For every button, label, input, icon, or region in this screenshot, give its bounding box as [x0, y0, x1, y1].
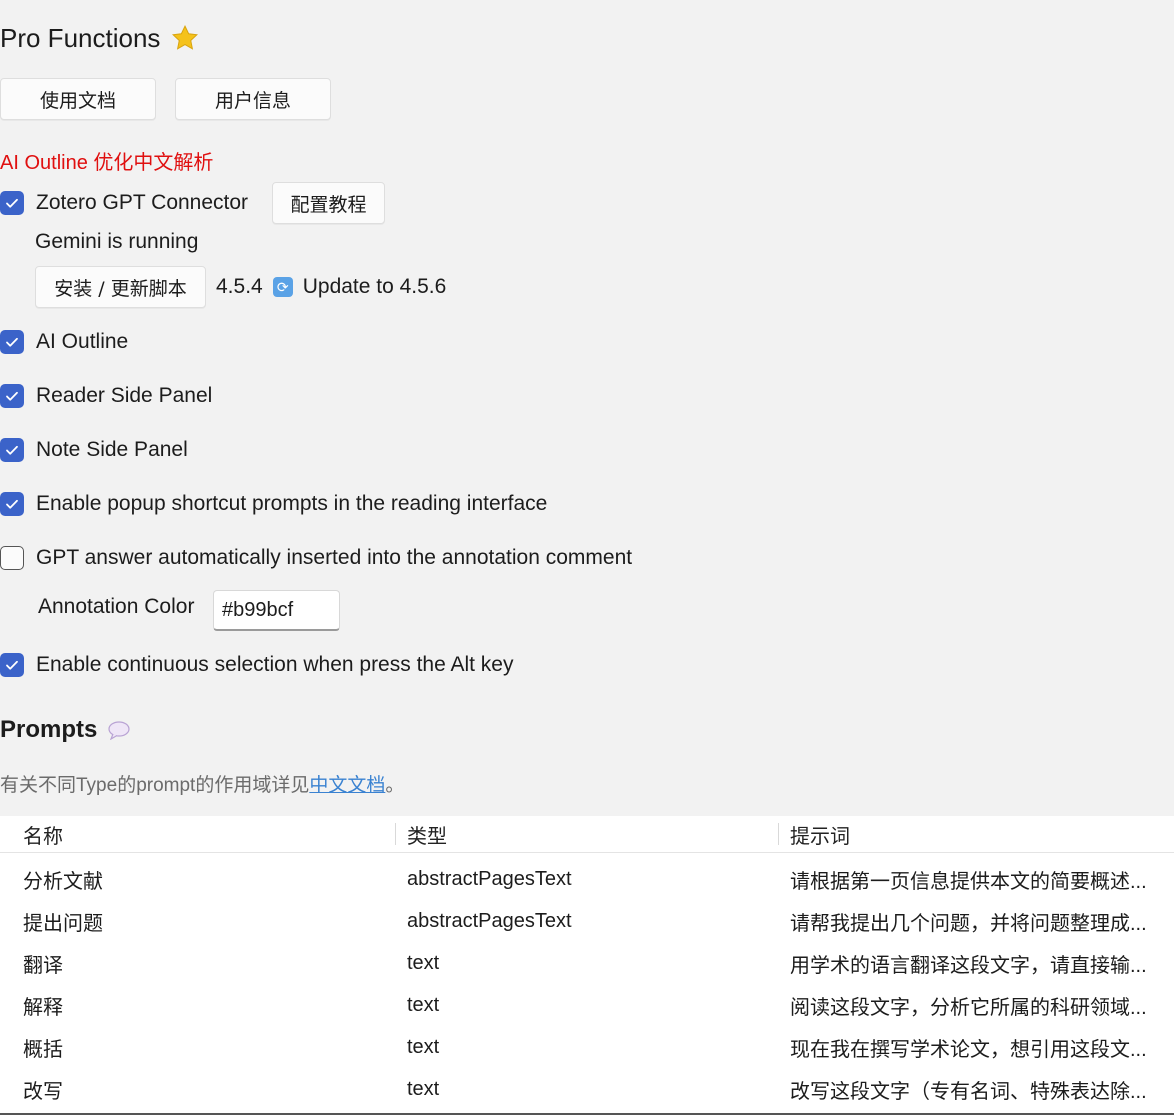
prompts-title: Prompts: [0, 712, 131, 748]
page-title: Pro Functions: [0, 18, 200, 58]
checkmark-icon: [6, 499, 18, 509]
column-header-name[interactable]: 名称: [0, 816, 63, 853]
annotation-color-input[interactable]: [213, 590, 340, 631]
prompt-name-cell: 改写: [23, 1080, 63, 1103]
note-panel-row: Note Side Panel: [0, 435, 188, 465]
note-panel-label[interactable]: Note Side Panel: [36, 438, 188, 462]
auto-insert-label[interactable]: GPT answer automatically inserted into t…: [36, 546, 632, 570]
version-number: 4.5.4: [216, 275, 263, 298]
gpt-connector-checkbox[interactable]: [0, 191, 24, 215]
prompts-table: 名称 类型 提示词 分析文献 abstractPagesText 请根据第一页信息提…: [0, 816, 1174, 1115]
user-info-button[interactable]: 用户信息: [175, 78, 331, 120]
note-panel-checkbox[interactable]: [0, 438, 24, 462]
chinese-docs-link[interactable]: 中文文档: [309, 775, 385, 796]
alt-select-row: Enable continuous selection when press t…: [0, 650, 513, 680]
ai-outline-label[interactable]: AI Outline: [36, 330, 128, 354]
prompt-text-cell: 用学术的语言翻译这段文字，请直接输...: [790, 954, 1147, 977]
prompt-type-cell: text: [407, 1035, 440, 1058]
table-row[interactable]: 改写 text 改写这段文字（专有名词、特殊表达除...: [0, 1068, 1174, 1110]
update-link[interactable]: Update to 4.5.6: [303, 275, 447, 299]
prompt-type-cell: abstractPagesText: [407, 909, 572, 932]
prompt-name-cell: 解释: [23, 996, 63, 1019]
install-script-button[interactable]: 安装 / 更新脚本: [35, 266, 206, 308]
prompt-name-cell: 提出问题: [23, 912, 103, 935]
checkmark-icon: [6, 198, 18, 208]
column-header-prompt[interactable]: 提示词: [767, 816, 850, 853]
alt-select-checkbox[interactable]: [0, 653, 24, 677]
docs-button[interactable]: 使用文档: [0, 78, 156, 120]
checkmark-icon: [6, 391, 18, 401]
gpt-connector-row: Zotero GPT Connector: [0, 188, 248, 218]
table-row[interactable]: 解释 text 阅读这段文字，分析它所属的科研领域...: [0, 984, 1174, 1026]
table-row[interactable]: 提出问题 abstractPagesText 请帮我提出几个问题，并将问题整理成..…: [0, 900, 1174, 942]
prompt-type-cell: abstractPagesText: [407, 867, 572, 890]
prompt-text-cell: 阅读这段文字，分析它所属的科研领域...: [790, 996, 1147, 1019]
help-prefix: 有关不同Type的prompt的作用域详见: [0, 775, 310, 796]
ai-outline-checkbox[interactable]: [0, 330, 24, 354]
annotation-color-label: Annotation Color: [38, 595, 195, 618]
star-icon: [172, 24, 199, 50]
popup-prompts-row: Enable popup shortcut prompts in the rea…: [0, 489, 547, 519]
prompts-title-text: Prompts: [0, 716, 98, 743]
prompt-text-cell: 改写这段文字（专有名词、特殊表达除...: [790, 1080, 1147, 1103]
auto-insert-checkbox[interactable]: [0, 546, 24, 570]
checkmark-icon: [6, 337, 18, 347]
gpt-connector-label[interactable]: Zotero GPT Connector: [36, 191, 248, 215]
column-header-type[interactable]: 类型: [384, 816, 447, 853]
prompt-text-cell: 现在我在撰写学术论文，想引用这段文...: [790, 1038, 1147, 1061]
refresh-icon[interactable]: ⟳: [272, 277, 293, 297]
prompt-name-cell: 分析文献: [23, 870, 103, 893]
tutorial-button[interactable]: 配置教程: [272, 182, 385, 224]
speech-bubble-icon: [108, 721, 130, 740]
reader-panel-label[interactable]: Reader Side Panel: [36, 384, 212, 408]
prompt-name-cell: 概括: [23, 1038, 63, 1061]
prompt-type-cell: text: [407, 951, 440, 974]
prompt-text-cell: 请根据第一页信息提供本文的简要概述...: [790, 870, 1147, 893]
reader-panel-row: Reader Side Panel: [0, 381, 212, 411]
prompt-text-cell: 请帮我提出几个问题，并将问题整理成...: [790, 912, 1147, 935]
prompts-help: 有关不同Type的prompt的作用域详见中文文档。: [0, 770, 404, 797]
version-info: 4.5.4 ⟳ Update to 4.5.6: [216, 272, 446, 302]
reader-panel-checkbox[interactable]: [0, 384, 24, 408]
table-header: 名称 类型 提示词: [0, 816, 1174, 853]
checkmark-icon: [6, 445, 18, 455]
ai-outline-row: AI Outline: [0, 327, 128, 357]
table-row[interactable]: 概括 text 现在我在撰写学术论文，想引用这段文...: [0, 1026, 1174, 1068]
table-row[interactable]: 翻译 text 用学术的语言翻译这段文字，请直接输...: [0, 942, 1174, 984]
connector-status: Gemini is running: [35, 230, 199, 253]
notice-text: AI Outline 优化中文解析: [0, 152, 214, 174]
page-title-text: Pro Functions: [0, 22, 161, 53]
popup-prompts-checkbox[interactable]: [0, 492, 24, 516]
prompt-name-cell: 翻译: [23, 954, 63, 977]
popup-prompts-label[interactable]: Enable popup shortcut prompts in the rea…: [36, 492, 547, 516]
prompt-type-cell: text: [407, 1077, 440, 1100]
alt-select-label[interactable]: Enable continuous selection when press t…: [36, 653, 513, 677]
prompt-type-cell: text: [407, 993, 440, 1016]
help-suffix: 。: [385, 775, 405, 796]
checkmark-icon: [6, 660, 18, 670]
table-row[interactable]: 分析文献 abstractPagesText 请根据第一页信息提供本文的简要概述..…: [0, 858, 1174, 900]
auto-insert-row: GPT answer automatically inserted into t…: [0, 543, 632, 573]
